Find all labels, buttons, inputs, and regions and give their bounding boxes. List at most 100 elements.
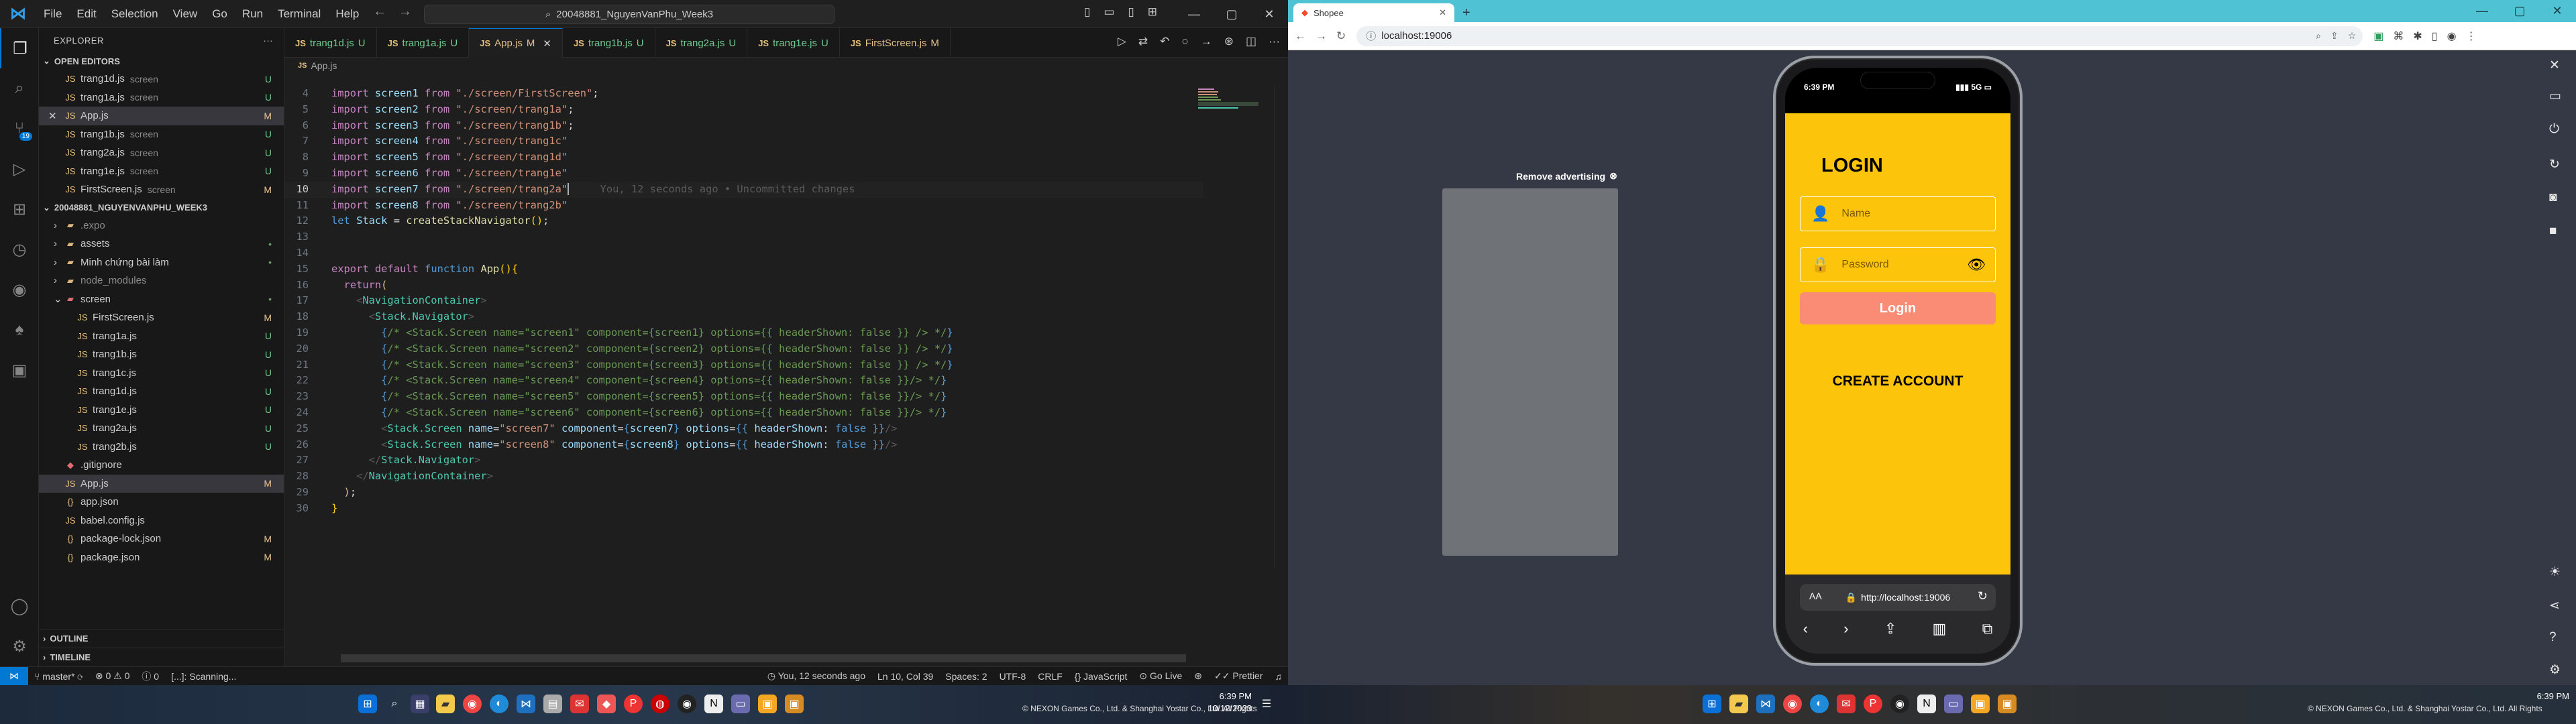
close-editor-icon[interactable]: ✕ <box>48 110 64 122</box>
close-tab-icon[interactable]: ✕ <box>543 38 551 50</box>
menu-terminal[interactable]: Terminal <box>270 0 328 28</box>
app-icon[interactable]: ▣ <box>1998 695 2017 713</box>
forward-arrow-icon[interactable]: → <box>1316 29 1327 43</box>
device-icon[interactable]: ▭ <box>2549 88 2561 104</box>
horizontal-scrollbar[interactable] <box>341 654 1186 662</box>
menu-edit[interactable]: Edit <box>69 0 103 28</box>
side-panel-icon[interactable]: ▯ <box>2432 29 2438 43</box>
app-icon[interactable]: ▣ <box>1971 695 1990 713</box>
tree-file[interactable]: JS trang1b.js U <box>39 345 284 364</box>
menu-help[interactable]: Help <box>328 0 366 28</box>
back-arrow-icon[interactable]: ← <box>373 4 386 19</box>
minimize-icon[interactable]: — <box>2463 0 2501 22</box>
breadcrumb-item[interactable]: App.js <box>311 60 337 71</box>
tab-trang1d[interactable]: JS trang1d.js U <box>284 28 377 58</box>
bookmarks-icon[interactable]: ▥ <box>1933 620 1947 638</box>
run-icon[interactable]: ▷ <box>1118 35 1126 48</box>
toggle-secondary-sidebar-icon[interactable]: ▯ <box>1128 5 1134 19</box>
tab-trang1e[interactable]: JS trang1e.js U <box>747 28 840 58</box>
address-bar[interactable]: ⓘ localhost:19006 ⌕ ⇪ ☆ <box>1356 25 2363 46</box>
screenshot-camera-icon[interactable]: ◙ <box>2549 190 2557 205</box>
app-icon[interactable]: ▣ <box>785 695 804 713</box>
chrome-icon[interactable]: ◉ <box>1783 695 1802 713</box>
task-view-icon[interactable]: ▦ <box>411 695 429 713</box>
tree-file[interactable]: {} package-lock.json M <box>39 530 284 548</box>
tree-file[interactable]: JS trang2b.js U <box>39 438 284 457</box>
tree-file[interactable]: JS trang1e.js U <box>39 401 284 420</box>
outline-header[interactable]: › OUTLINE <box>39 629 284 648</box>
prettier-status[interactable]: ✓✓ Prettier <box>1208 670 1269 682</box>
code-editor[interactable]: 4 import screen1 from "./screen/FirstScre… <box>284 86 1203 609</box>
tree-file[interactable]: {} app.json <box>39 493 284 511</box>
help-icon[interactable]: ? <box>2549 630 2557 645</box>
tree-folder[interactable]: › ▰ assets • <box>39 235 284 253</box>
open-editors-header[interactable]: ⌄ OPEN EDITORS <box>39 52 284 70</box>
terminal-icon[interactable]: ▭ <box>1944 695 1963 713</box>
site-info-icon[interactable]: ⓘ <box>1366 29 1376 43</box>
open-editor-item-active[interactable]: ✕ JS App.js M <box>39 107 284 125</box>
eye-icon[interactable]: 👁 <box>1967 256 1986 274</box>
profile-avatar-icon[interactable]: ◉ <box>2447 29 2457 43</box>
mail-icon[interactable]: ✉ <box>1837 695 1856 713</box>
tree-file[interactable]: JS babel.config.js <box>39 511 284 530</box>
command-center-search[interactable]: ⌕ 20048881_NguyenVanPhu_Week3 <box>424 5 835 24</box>
notifications-icon[interactable]: ☰ <box>1257 695 1276 713</box>
rotate-icon[interactable]: ↻ <box>2549 157 2560 172</box>
tree-file[interactable]: JS trang1c.js U <box>39 364 284 383</box>
settings-gear-icon[interactable]: ⚙ <box>2549 662 2561 678</box>
terminal-icon[interactable]: ▭ <box>731 695 750 713</box>
open-editor-item[interactable]: JS trang1e.js screen U <box>39 162 284 181</box>
share-icon[interactable]: ⋖ <box>2549 598 2560 613</box>
zoom-icon[interactable]: ⌕ <box>2316 30 2321 42</box>
tab-trang1a[interactable]: JS trang1a.js U <box>377 28 470 58</box>
password-field[interactable]: 🔒 Password 👁 <box>1800 247 1996 282</box>
tab-firstscreen[interactable]: JS FirstScreen.js M <box>840 28 951 58</box>
more-actions-icon[interactable]: ··· <box>264 36 274 46</box>
record-video-icon[interactable]: ■ <box>2549 224 2557 239</box>
copilot-icon[interactable]: ⊛ <box>1224 35 1234 48</box>
open-editor-item[interactable]: JS trang2a.js screen U <box>39 143 284 162</box>
clock[interactable]: 6:39 PM 10/12/2023 <box>1178 690 1252 715</box>
app-icon[interactable]: ◆ <box>597 695 616 713</box>
github-icon[interactable]: ◉ <box>678 695 696 713</box>
vscode-icon[interactable]: ⋈ <box>1756 695 1775 713</box>
edge-icon[interactable]: ◐ <box>1810 695 1829 713</box>
extensions-puzzle-icon[interactable]: ✱ <box>2413 29 2422 43</box>
back-arrow-icon[interactable]: ← <box>1295 29 1306 43</box>
notion-icon[interactable]: N <box>704 695 723 713</box>
revert-icon[interactable]: ↶ <box>1160 35 1169 48</box>
mongodb-leaf-icon[interactable]: ♠ <box>0 310 39 350</box>
tree-file[interactable]: ◆ .gitignore <box>39 456 284 475</box>
indentation[interactable]: Spaces: 2 <box>939 671 993 682</box>
open-editor-item[interactable]: JS trang1a.js screen U <box>39 88 284 107</box>
maximize-icon[interactable]: ▢ <box>2501 0 2538 22</box>
tab-trang1b[interactable]: JS trang1b.js U <box>563 28 655 58</box>
maximize-icon[interactable]: ▢ <box>1213 0 1250 28</box>
power-icon[interactable]: ⏻ <box>2549 122 2559 137</box>
tree-file[interactable]: JS trang2a.js U <box>39 419 284 438</box>
browser-tab-shopee[interactable]: ◆ Shopee ✕ <box>1293 3 1454 22</box>
create-account-link[interactable]: CREATE ACCOUNT <box>1785 373 2010 389</box>
close-icon[interactable]: ✕ <box>1250 0 1288 28</box>
start-windows-icon[interactable]: ⊞ <box>358 695 377 713</box>
tree-file-selected[interactable]: JS App.js M <box>39 474 284 493</box>
notepad-icon[interactable]: ▤ <box>543 695 562 713</box>
account-icon[interactable]: ◯ <box>0 586 39 626</box>
minimize-icon[interactable]: — <box>1175 0 1213 28</box>
edge-icon[interactable]: ◐ <box>490 695 508 713</box>
source-control-icon[interactable]: ⑂ 19 <box>0 109 39 149</box>
split-editor-icon[interactable]: ◫ <box>1246 35 1256 48</box>
translate-icon[interactable]: ⌘ <box>2393 29 2404 43</box>
tabs-icon[interactable]: ⧉ <box>1982 620 1993 638</box>
more-actions-icon[interactable]: ··· <box>1269 35 1280 48</box>
remove-advertising-link[interactable]: Remove advertising ⊗ <box>1516 170 1617 182</box>
safari-address-bar[interactable]: AA 🔒 http://localhost:19006 ↻ <box>1800 584 1996 611</box>
bookmark-star-icon[interactable]: ☆ <box>2348 30 2357 42</box>
tab-trang2a[interactable]: JS trang2a.js U <box>655 28 748 58</box>
github-icon[interactable]: ◉ <box>0 269 39 310</box>
encoding[interactable]: UTF-8 <box>994 671 1032 682</box>
git-branch[interactable]: ⑂ master* ⟳ <box>28 671 89 682</box>
browser-menu-icon[interactable]: ⋮ <box>2466 29 2477 43</box>
reload-icon[interactable]: ↻ <box>1336 29 1346 43</box>
menu-go[interactable]: Go <box>205 0 235 28</box>
